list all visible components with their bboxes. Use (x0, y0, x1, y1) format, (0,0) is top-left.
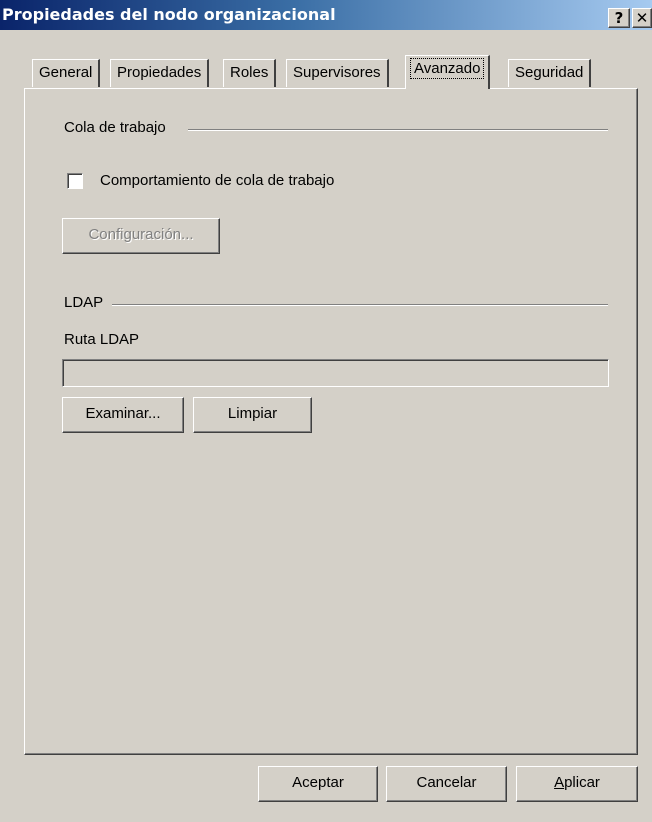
ok-button[interactable]: Aceptar (258, 766, 378, 802)
ldap-path-field[interactable] (62, 359, 609, 387)
close-button[interactable]: ✕ (632, 8, 652, 28)
apply-button[interactable]: Aplicar (516, 766, 638, 802)
tab-label: General (39, 64, 93, 81)
tab-supervisores[interactable]: Supervisores (286, 59, 389, 87)
ldap-group-title: LDAP (64, 294, 106, 311)
window-title: Propiedades del nodo organizacional (2, 5, 336, 24)
close-icon: ✕ (635, 9, 649, 27)
workqueue-group-title: Cola de trabajo (64, 119, 172, 136)
workqueue-checkbox-label[interactable]: Comportamiento de cola de trabajo (100, 172, 334, 189)
button-label: Aceptar (292, 774, 344, 791)
configuration-button[interactable]: Configuración... (62, 218, 220, 254)
tab-label: Avanzado (409, 58, 485, 79)
properties-dialog: Propiedades del nodo organizacional ? ✕ … (0, 0, 652, 822)
help-button[interactable]: ? (608, 8, 630, 28)
tab-label: Seguridad (515, 64, 584, 81)
browse-button[interactable]: Examinar... (62, 397, 184, 433)
button-label: Limpiar (227, 405, 278, 422)
button-label: Configuración... (88, 226, 194, 243)
group-divider (112, 304, 608, 306)
apply-mnemonic: A (554, 774, 565, 791)
apply-label-rest: plicar (564, 774, 600, 791)
tab-avanzado[interactable]: Avanzado (405, 55, 491, 89)
group-divider (188, 129, 608, 131)
tab-label: Propiedades (117, 64, 202, 81)
tab-propiedades[interactable]: Propiedades (110, 59, 210, 87)
tab-seguridad[interactable]: Seguridad (508, 59, 592, 87)
workqueue-checkbox[interactable] (67, 173, 83, 189)
tab-general[interactable]: General (32, 59, 101, 87)
cancel-button[interactable]: Cancelar (386, 766, 507, 802)
button-label: Examinar... (85, 405, 161, 422)
help-icon: ? (614, 9, 624, 27)
button-label: Cancelar (416, 774, 477, 791)
title-bar[interactable]: Propiedades del nodo organizacional ? ✕ (0, 0, 652, 30)
tab-label: Supervisores (293, 64, 381, 81)
tab-label: Roles (230, 64, 269, 81)
clear-button[interactable]: Limpiar (193, 397, 312, 433)
tab-roles[interactable]: Roles (223, 59, 277, 87)
ldap-path-label: Ruta LDAP (64, 331, 140, 348)
